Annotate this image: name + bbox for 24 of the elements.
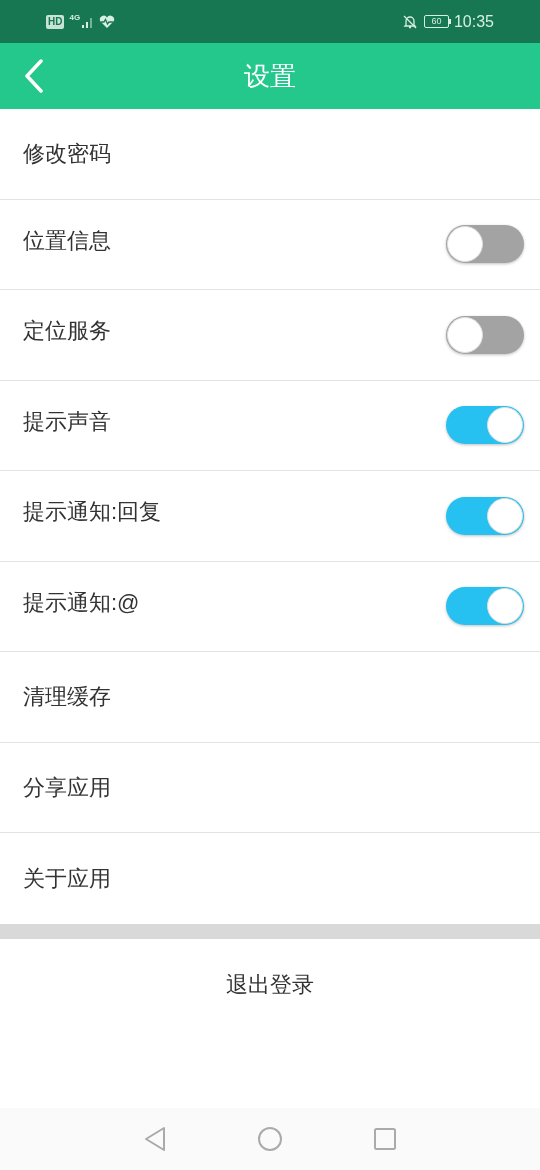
page-title: 设置	[244, 59, 296, 93]
hd-icon: HD	[46, 14, 65, 29]
clock-time: 10:35	[453, 11, 494, 32]
toggle-switch[interactable]	[446, 406, 524, 445]
setting-label: 清理缓存	[23, 683, 111, 712]
toggle-switch[interactable]	[446, 225, 524, 264]
toggle-switch[interactable]	[446, 587, 524, 626]
network-label: 4G	[69, 12, 81, 24]
home-circle-icon[interactable]	[257, 1126, 283, 1152]
heart-pulse-icon	[99, 14, 116, 29]
battery-icon: 60	[423, 15, 451, 28]
setting-label: 关于应用	[23, 864, 111, 893]
toggle-switch[interactable]	[446, 315, 524, 354]
setting-label: 修改密码	[23, 140, 111, 169]
setting-label: 分享应用	[23, 773, 111, 802]
setting-label: 定位服务	[23, 317, 111, 346]
recents-square-icon[interactable]	[373, 1127, 397, 1151]
setting-label: 提示通知:@	[23, 588, 140, 617]
setting-label: 位置信息	[23, 226, 111, 255]
back-triangle-icon[interactable]	[143, 1126, 167, 1152]
muted-bell-icon	[401, 13, 418, 30]
setting-label: 提示通知:回复	[23, 498, 162, 527]
toggle-switch[interactable]	[446, 496, 524, 535]
setting-label: 提示声音	[23, 407, 111, 436]
